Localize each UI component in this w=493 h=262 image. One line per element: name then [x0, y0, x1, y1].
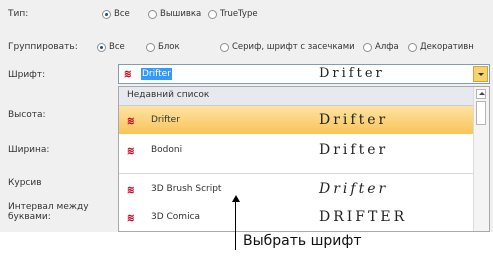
italic-label: Курсив: [8, 178, 42, 188]
type-option-label: Вышивка: [160, 9, 202, 19]
group-radio-decorative[interactable]: Декоративн: [408, 42, 474, 52]
font-item-preview: Drifter: [319, 142, 389, 158]
group-radio-block[interactable]: Блок: [146, 42, 180, 52]
embroidery-font-icon: ≋: [124, 67, 132, 81]
letter-spacing-label: Интервал между: [8, 202, 89, 212]
embroidery-font-icon: ≋: [127, 114, 135, 128]
group-radio-alpha[interactable]: Алфа: [363, 42, 399, 52]
type-option-label: Все: [114, 9, 130, 19]
letter-spacing-label-2: буквами:: [8, 212, 51, 222]
font-list-item-3d-comica[interactable]: ≋ 3D Comica DRIFTER: [119, 203, 474, 231]
scroll-up-button[interactable]: [476, 89, 486, 99]
type-label: Тип:: [8, 9, 29, 19]
font-label: Шрифт:: [8, 70, 46, 80]
radio-indicator: [208, 9, 217, 19]
embroidery-font-icon: ≋: [127, 144, 135, 158]
chevron-down-icon: [478, 73, 484, 76]
group-label: Группировать:: [8, 42, 78, 52]
radio-indicator: [363, 42, 372, 52]
embroidery-font-icon: ≋: [127, 183, 135, 197]
group-option-label: Декоративн: [420, 42, 474, 52]
font-item-name: 3D Comica: [151, 212, 201, 222]
list-scrollbar[interactable]: [473, 87, 489, 231]
group-radio-serif[interactable]: Сериф, шрифт с засечками: [220, 42, 355, 52]
type-radio-embroidery[interactable]: Вышивка: [148, 9, 201, 19]
font-dropdown-list[interactable]: Недавний список ≋ Drifter Drifter ≋ Bodo…: [118, 86, 490, 232]
type-radio-truetype[interactable]: TrueType: [208, 9, 258, 19]
font-item-name: Bodoni: [151, 145, 183, 155]
font-combobox[interactable]: ≋ Drifter Drifter: [118, 64, 490, 84]
radio-indicator: [146, 42, 155, 52]
radio-indicator: [97, 42, 106, 52]
recent-list-header: Недавний список: [119, 87, 474, 106]
type-option-label: TrueType: [220, 9, 258, 19]
radio-indicator: [102, 9, 111, 19]
font-combobox-value[interactable]: Drifter: [141, 68, 172, 80]
group-option-label: Сериф, шрифт с засечками: [232, 42, 355, 52]
radio-indicator: [148, 9, 157, 19]
height-label: Высота:: [8, 110, 46, 120]
type-radio-all[interactable]: Все: [102, 9, 130, 19]
list-divider: [119, 165, 474, 174]
callout-arrowhead: [232, 195, 240, 202]
font-combobox-preview: Drifter: [319, 66, 385, 81]
font-item-name: 3D Brush Script: [151, 184, 222, 194]
radio-indicator: [220, 42, 229, 52]
font-list-item-bodoni[interactable]: ≋ Bodoni Drifter: [119, 136, 474, 164]
font-item-name: Drifter: [151, 115, 180, 125]
embroidery-font-icon: ≋: [127, 211, 135, 225]
radio-indicator: [408, 42, 417, 52]
font-item-preview: Drifter: [319, 181, 389, 197]
font-list-item-3d-brush-script[interactable]: ≋ 3D Brush Script Drifter: [119, 175, 474, 203]
font-list-item-drifter[interactable]: ≋ Drifter Drifter: [119, 106, 474, 134]
group-option-label: Алфа: [375, 42, 399, 52]
group-option-label: Блок: [158, 42, 180, 52]
recent-list-title: Недавний список: [127, 90, 210, 100]
font-settings-panel: Тип: Все Вышивка TrueType Группировать: …: [0, 0, 493, 232]
callout-line: [235, 198, 236, 250]
font-item-preview: Drifter: [319, 112, 389, 128]
font-item-preview: DRIFTER: [319, 209, 408, 225]
callout-label: Выбрать шрифт: [243, 233, 362, 249]
arrow-up-icon: [479, 92, 485, 95]
group-option-label: Все: [109, 42, 125, 52]
width-label: Ширина:: [8, 145, 50, 155]
group-radio-all[interactable]: Все: [97, 42, 125, 52]
font-dropdown-button[interactable]: [473, 66, 488, 82]
scroll-thumb[interactable]: [476, 101, 486, 125]
